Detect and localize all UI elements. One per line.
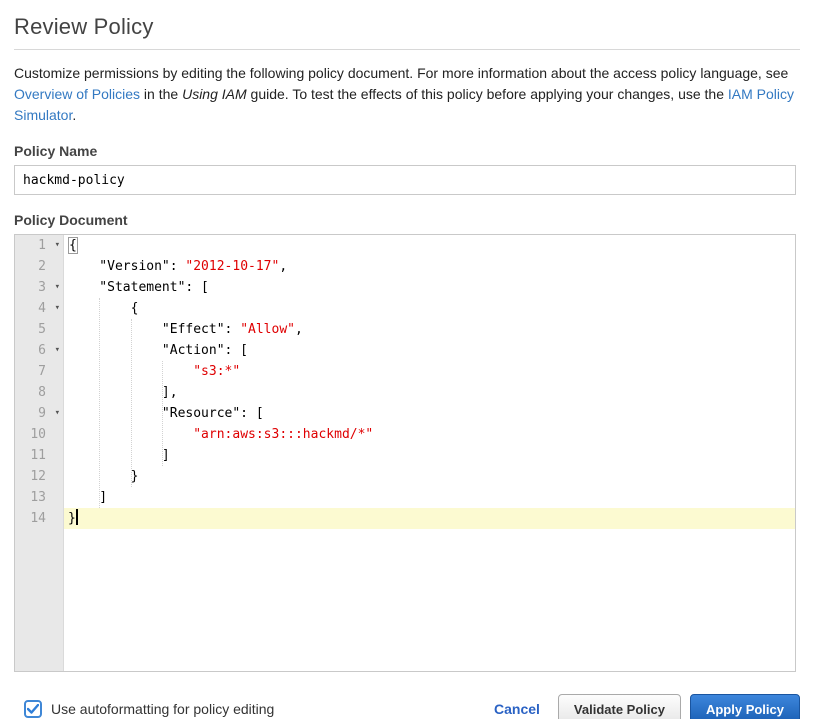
policy-editor[interactable]: 1▾23▾4▾56▾789▾1011121314 { "Version": "2…	[14, 234, 796, 672]
policy-name-label: Policy Name	[14, 143, 800, 159]
review-policy-page: Review Policy Customize permissions by e…	[0, 0, 814, 719]
code-line[interactable]: "Resource": [	[64, 403, 795, 424]
fold-toggle-icon[interactable]: ▾	[55, 298, 60, 319]
autoformat-option: Use autoformatting for policy editing	[24, 700, 274, 718]
footer-bar: Use autoformatting for policy editing Ca…	[14, 694, 800, 719]
code-token: ,	[295, 322, 303, 337]
code-token: {	[68, 301, 138, 316]
code-line[interactable]: "Action": [	[64, 340, 795, 361]
code-token: {	[68, 237, 78, 254]
code-string-token: "s3:*"	[193, 364, 240, 379]
validate-policy-button[interactable]: Validate Policy	[558, 694, 681, 719]
page-header: Review Policy	[14, 0, 800, 50]
apply-policy-button[interactable]: Apply Policy	[690, 694, 800, 719]
code-line[interactable]: "s3:*"	[64, 361, 795, 382]
checkmark-icon	[27, 704, 39, 714]
fold-toggle-icon[interactable]: ▾	[55, 403, 60, 424]
gutter-line-number: 11	[15, 445, 63, 466]
autoformat-label: Use autoformatting for policy editing	[51, 701, 274, 717]
code-line[interactable]: ],	[64, 382, 795, 403]
code-line[interactable]: {	[64, 235, 795, 256]
text-cursor	[76, 509, 78, 525]
policy-document-label: Policy Document	[14, 212, 800, 228]
code-token: "Effect":	[68, 322, 240, 337]
code-token: "Action": [	[68, 343, 248, 358]
code-line[interactable]: "Statement": [	[64, 277, 795, 298]
intro-text-after: .	[72, 107, 76, 123]
editor-gutter: 1▾23▾4▾56▾789▾1011121314	[15, 235, 64, 671]
gutter-line-number: 10	[15, 424, 63, 445]
code-token: "Statement": [	[68, 280, 209, 295]
gutter-line-number: 2	[15, 256, 63, 277]
using-iam-guide-name: Using IAM	[182, 86, 247, 102]
intro-text-before: Customize permissions by editing the fol…	[14, 65, 788, 81]
code-string-token: "2012-10-17"	[185, 259, 279, 274]
gutter-line-number: 7	[15, 361, 63, 382]
code-token: }	[68, 511, 76, 526]
code-token	[68, 364, 193, 379]
code-token: ]	[68, 490, 107, 505]
action-buttons: Cancel Validate Policy Apply Policy	[494, 694, 800, 719]
gutter-line-number: 9▾	[15, 403, 63, 424]
code-token: ]	[68, 448, 170, 463]
code-string-token: "Allow"	[240, 322, 295, 337]
cancel-link[interactable]: Cancel	[494, 701, 540, 717]
page-title: Review Policy	[14, 14, 800, 40]
code-token: ],	[68, 385, 178, 400]
intro-text-mid2: guide. To test the effects of this polic…	[247, 86, 728, 102]
code-line[interactable]: "Version": "2012-10-17",	[64, 256, 795, 277]
code-line[interactable]: "Effect": "Allow",	[64, 319, 795, 340]
gutter-line-number: 12	[15, 466, 63, 487]
gutter-line-number: 3▾	[15, 277, 63, 298]
code-line[interactable]: "arn:aws:s3:::hackmd/*"	[64, 424, 795, 445]
fold-toggle-icon[interactable]: ▾	[55, 340, 60, 361]
code-token	[68, 427, 193, 442]
policy-name-input[interactable]	[14, 165, 796, 195]
gutter-line-number: 13	[15, 487, 63, 508]
gutter-line-number: 14	[15, 508, 63, 529]
gutter-line-number: 6▾	[15, 340, 63, 361]
overview-of-policies-link[interactable]: Overview of Policies	[14, 86, 140, 102]
code-token: }	[68, 469, 138, 484]
code-token: ,	[279, 259, 287, 274]
code-line[interactable]: }	[64, 508, 795, 529]
code-line[interactable]: }	[64, 466, 795, 487]
gutter-line-number: 5	[15, 319, 63, 340]
code-token: "Version":	[68, 259, 185, 274]
code-line[interactable]: ]	[64, 487, 795, 508]
gutter-line-number: 8	[15, 382, 63, 403]
code-line[interactable]: {	[64, 298, 795, 319]
code-token: "Resource": [	[68, 406, 264, 421]
code-string-token: "arn:aws:s3:::hackmd/*"	[193, 427, 373, 442]
fold-toggle-icon[interactable]: ▾	[55, 235, 60, 256]
code-line[interactable]: ]	[64, 445, 795, 466]
gutter-line-number: 4▾	[15, 298, 63, 319]
intro-text-mid1: in the	[140, 86, 182, 102]
intro-paragraph: Customize permissions by editing the fol…	[14, 63, 798, 126]
gutter-line-number: 1▾	[15, 235, 63, 256]
editor-code[interactable]: { "Version": "2012-10-17", "Statement": …	[64, 235, 795, 671]
fold-toggle-icon[interactable]: ▾	[55, 277, 60, 298]
autoformat-checkbox[interactable]	[24, 700, 42, 718]
